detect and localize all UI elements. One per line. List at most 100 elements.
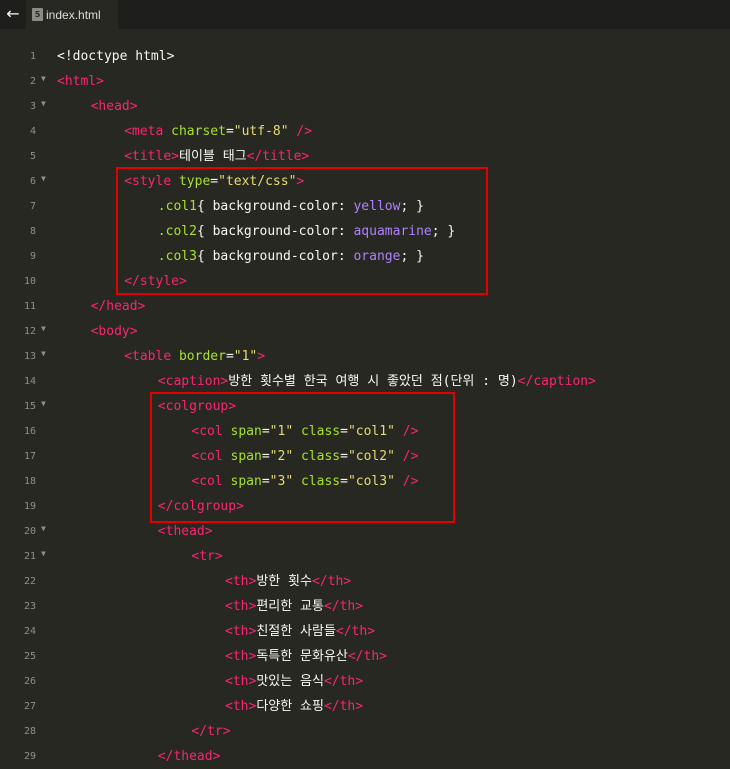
code-token: = — [261, 449, 270, 464]
code-line[interactable]: 22 <th>방한 횟수</th> — [0, 569, 730, 594]
code-token: </th> — [311, 574, 352, 589]
code-text: <table border="1"> — [124, 344, 265, 369]
code-line[interactable]: 26 <th>맛있는 음식</th> — [0, 669, 730, 694]
code-token: <table — [124, 349, 179, 364]
code-token: <colgroup> — [157, 399, 237, 414]
code-token: class — [300, 474, 341, 489]
code-line[interactable]: 8 .col2{ background-color: aquamarine; } — [0, 219, 730, 244]
code-line[interactable]: 2 ▼ <html> — [0, 69, 730, 94]
code-text: <thead> — [158, 519, 213, 544]
code-line[interactable]: 9 .col3{ background-color: orange; } — [0, 244, 730, 269]
code-line[interactable]: 20 ▼ <thead> — [0, 519, 730, 544]
back-arrow-icon[interactable]: ← — [4, 3, 22, 25]
code-line[interactable]: 27 <th>다양한 쇼핑</th> — [0, 694, 730, 719]
line-number: 26 — [23, 676, 36, 687]
code-line[interactable]: 6 ▼ <style type="text/css"> — [0, 169, 730, 194]
code-token: "text/css" — [218, 174, 297, 189]
code-text: <meta charset="utf-8" /> — [124, 119, 312, 144]
line-number: 11 — [23, 301, 36, 312]
code-token: class — [300, 449, 341, 464]
code-token: <th> — [225, 599, 257, 614]
code-token: 친절한 사람들 — [256, 624, 336, 639]
fold-arrow-icon[interactable]: ▼ — [41, 524, 46, 533]
code-token: <html> — [57, 74, 104, 89]
code-token: <tr> — [191, 549, 223, 564]
code-text: </tr> — [191, 719, 230, 744]
code-line[interactable]: 21 ▼ <tr> — [0, 544, 730, 569]
code-token: </tr> — [191, 724, 231, 739]
code-line[interactable]: 1 <!doctype html> — [0, 44, 730, 69]
code-text: <colgroup> — [158, 394, 236, 419]
code-editor[interactable]: 29 </thead> 28 </tr> 27 <th>다양한 쇼핑</th> 26 <th>… — [0, 44, 730, 769]
tab-bar: ← 5 index.html — [0, 0, 730, 29]
code-line[interactable]: 13 ▼ <table border="1"> — [0, 344, 730, 369]
line-number: 2 — [29, 76, 36, 87]
code-token: ; } — [400, 249, 424, 264]
line-number: 22 — [23, 576, 36, 587]
code-line[interactable]: 23 <th>편리한 교통</th> — [0, 594, 730, 619]
fold-arrow-icon[interactable]: ▼ — [41, 174, 46, 183]
line-number: 15 — [23, 401, 36, 412]
code-text: <th>다양한 쇼핑</th> — [225, 694, 363, 719]
code-line[interactable]: 11 </head> — [0, 294, 730, 319]
code-token: </title> — [246, 149, 310, 164]
code-token: <head> — [90, 99, 138, 114]
tab-index-html[interactable]: 5 index.html — [26, 0, 118, 29]
code-text: </colgroup> — [158, 494, 244, 519]
code-token: </th> — [323, 674, 364, 689]
code-text: <title>테이블 태그</title> — [124, 144, 309, 169]
code-line[interactable]: 14 <caption>방한 횟수별 한국 여행 시 좋았던 점(단위 : 명)<… — [0, 369, 730, 394]
code-text: </style> — [124, 269, 187, 294]
code-text: </head> — [91, 294, 146, 319]
fold-arrow-icon[interactable]: ▼ — [41, 349, 46, 358]
code-line[interactable]: 18 <col span="3" class="col3" /> — [0, 469, 730, 494]
code-line[interactable]: 7 .col1{ background-color: yellow; } — [0, 194, 730, 219]
line-number: 7 — [29, 201, 36, 212]
code-text: <th>방한 횟수</th> — [225, 569, 351, 594]
fold-arrow-icon[interactable]: ▼ — [41, 74, 46, 83]
code-line[interactable]: 15 ▼ <colgroup> — [0, 394, 730, 419]
code-text: <th>독특한 문화유산</th> — [225, 644, 387, 669]
code-text: <tr> — [191, 544, 222, 569]
code-line[interactable]: 28 </tr> — [0, 719, 730, 744]
fold-arrow-icon[interactable]: ▼ — [41, 324, 46, 333]
line-number: 10 — [23, 276, 36, 287]
code-token: <th> — [225, 624, 257, 639]
code-text: <html> — [57, 69, 104, 94]
code-line[interactable]: 12 ▼ <body> — [0, 319, 730, 344]
code-token: orange — [353, 249, 401, 264]
code-text: <th>친절한 사람들</th> — [225, 619, 375, 644]
code-line[interactable]: 4 <meta charset="utf-8" /> — [0, 119, 730, 144]
code-token: = — [210, 174, 219, 189]
code-token: /> — [394, 424, 419, 439]
code-line[interactable]: 3 ▼ <head> — [0, 94, 730, 119]
code-line[interactable]: 19 </colgroup> — [0, 494, 730, 519]
code-line[interactable]: 29 </thead> — [0, 744, 730, 769]
code-token: span — [230, 474, 262, 489]
code-text: <caption>방한 횟수별 한국 여행 시 좋았던 점(단위 : 명)</c… — [158, 369, 596, 394]
fold-arrow-icon[interactable]: ▼ — [41, 99, 46, 108]
code-line[interactable]: 24 <th>친절한 사람들</th> — [0, 619, 730, 644]
code-line[interactable]: 10 </style> — [0, 269, 730, 294]
code-token: </thead> — [157, 749, 221, 764]
line-number: 20 — [23, 526, 36, 537]
code-token: class — [300, 424, 341, 439]
code-text: <col span="3" class="col3" /> — [191, 469, 418, 494]
code-line[interactable]: 5 <title>테이블 태그</title> — [0, 144, 730, 169]
code-token: 테이블 태그 — [178, 149, 247, 164]
code-token: /> — [394, 474, 419, 489]
code-token: <col — [191, 449, 231, 464]
code-token: <body> — [90, 324, 138, 339]
code-token: 방한 횟수별 한국 여행 시 좋았던 점(단위 : 명) — [228, 374, 518, 389]
fold-arrow-icon[interactable]: ▼ — [41, 399, 46, 408]
fold-arrow-icon[interactable]: ▼ — [41, 549, 46, 558]
code-token: /> — [394, 449, 419, 464]
code-line[interactable]: 17 <col span="2" class="col2" /> — [0, 444, 730, 469]
code-text: <body> — [91, 319, 138, 344]
code-line[interactable]: 25 <th>독특한 문화유산</th> — [0, 644, 730, 669]
code-text: .col3{ background-color: orange; } — [158, 244, 424, 269]
code-token: yellow — [353, 199, 401, 214]
code-token: </th> — [323, 599, 364, 614]
code-line[interactable]: 16 <col span="1" class="col1" /> — [0, 419, 730, 444]
